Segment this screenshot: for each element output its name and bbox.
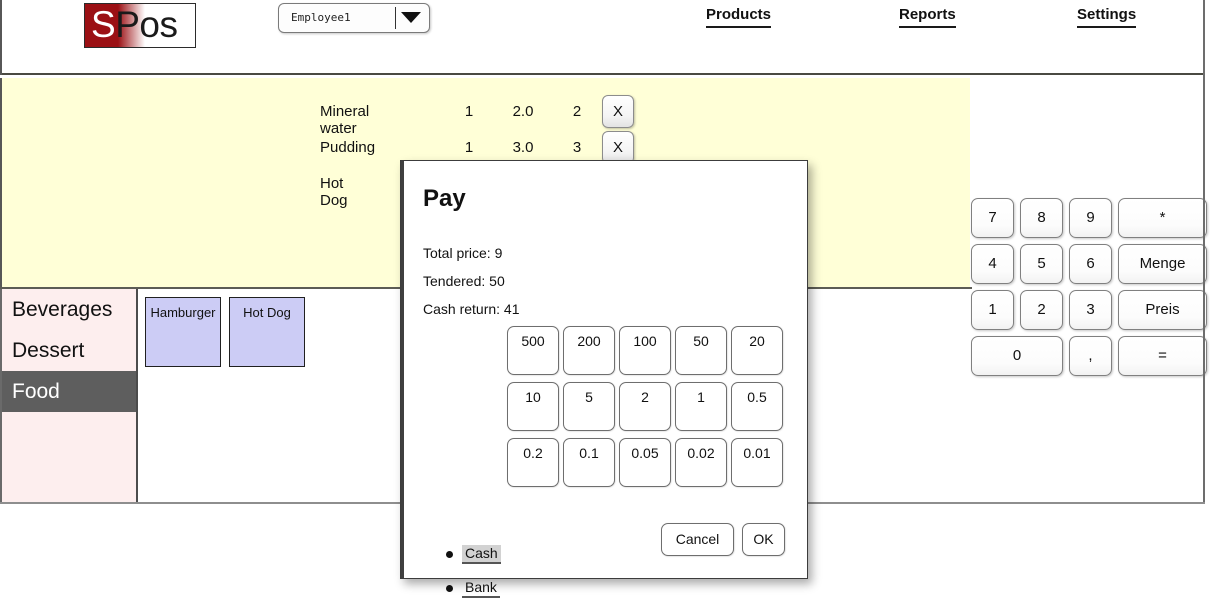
denomination-0-01[interactable]: 0.01 bbox=[731, 438, 783, 487]
dialog-left-edge bbox=[401, 161, 404, 578]
category-sidebar-left-edge bbox=[0, 289, 2, 503]
bullet-icon bbox=[446, 585, 453, 592]
keypad-key-5[interactable]: 5 bbox=[1020, 244, 1063, 284]
logo-text: SPos bbox=[91, 4, 178, 47]
keypad-key-comma[interactable]: , bbox=[1069, 336, 1112, 376]
order-item-name: Hot Dog bbox=[320, 175, 348, 209]
order-item-price: 3.0 bbox=[512, 139, 534, 156]
employee-select-divider bbox=[395, 7, 396, 29]
dialog-total-price: Total price: 9 bbox=[423, 245, 503, 261]
category-item-dessert[interactable]: Dessert bbox=[2, 330, 136, 371]
keypad-key-6[interactable]: 6 bbox=[1069, 244, 1112, 284]
denomination-0-1[interactable]: 0.1 bbox=[563, 438, 615, 487]
keypad-key-2[interactable]: 2 bbox=[1020, 290, 1063, 330]
denomination-200[interactable]: 200 bbox=[563, 326, 615, 375]
order-item-qty: 1 bbox=[464, 139, 474, 156]
employee-select[interactable]: Employee1 bbox=[278, 3, 430, 33]
denomination-0-02[interactable]: 0.02 bbox=[675, 438, 727, 487]
product-tile-hamburger[interactable]: Hamburger bbox=[145, 297, 221, 367]
payment-option-bank-label: Bank bbox=[462, 579, 500, 598]
keypad-key-menge[interactable]: Menge bbox=[1118, 244, 1207, 284]
order-panel-left-edge bbox=[0, 78, 2, 289]
order-item-delete-button[interactable]: X bbox=[602, 95, 634, 128]
order-item-price: 2.0 bbox=[512, 103, 534, 120]
cancel-button[interactable]: Cancel bbox=[661, 523, 734, 556]
dialog-cash-return: Cash return: 41 bbox=[423, 301, 520, 317]
keypad-key-8[interactable]: 8 bbox=[1020, 198, 1063, 238]
keypad-key-0[interactable]: 0 bbox=[971, 336, 1063, 376]
numeric-keypad: 7 8 9 * 4 5 6 Menge 1 2 3 Preis 0 , = bbox=[971, 198, 1207, 381]
category-item-beverages[interactable]: Beverages bbox=[2, 289, 136, 330]
keypad-key-equals[interactable]: = bbox=[1118, 336, 1207, 376]
window-left-edge bbox=[0, 0, 2, 75]
denomination-0-2[interactable]: 0.2 bbox=[507, 438, 559, 487]
order-item-name: Mineral water bbox=[320, 103, 370, 137]
keypad-key-preis[interactable]: Preis bbox=[1118, 290, 1207, 330]
pos-application-window: SPos Employee1 Products Reports Settings… bbox=[0, 0, 1210, 612]
app-logo: SPos bbox=[84, 3, 196, 48]
denomination-100[interactable]: 100 bbox=[619, 326, 671, 375]
keypad-key-4[interactable]: 4 bbox=[971, 244, 1014, 284]
order-item-sum: 2 bbox=[572, 103, 582, 120]
chevron-down-icon[interactable] bbox=[401, 12, 421, 23]
denomination-10[interactable]: 10 bbox=[507, 382, 559, 431]
denomination-0-05[interactable]: 0.05 bbox=[619, 438, 671, 487]
keypad-key-asterisk[interactable]: * bbox=[1118, 198, 1207, 238]
denomination-5[interactable]: 5 bbox=[563, 382, 615, 431]
denomination-0-5[interactable]: 0.5 bbox=[731, 382, 783, 431]
category-item-food[interactable]: Food bbox=[2, 371, 136, 412]
pay-dialog: Pay Total price: 9 Tendered: 50 Cash ret… bbox=[400, 160, 808, 598]
denomination-2[interactable]: 2 bbox=[619, 382, 671, 431]
order-item-sum: 3 bbox=[572, 139, 582, 156]
denomination-1[interactable]: 1 bbox=[675, 382, 727, 431]
product-tile-hot-dog[interactable]: Hot Dog bbox=[229, 297, 305, 367]
dialog-tendered: Tendered: 50 bbox=[423, 273, 505, 289]
keypad-key-3[interactable]: 3 bbox=[1069, 290, 1112, 330]
nav-link-settings[interactable]: Settings bbox=[1077, 6, 1137, 28]
dialog-title: Pay bbox=[423, 185, 466, 212]
nav-link-products[interactable]: Products bbox=[706, 6, 772, 28]
nav-link-reports[interactable]: Reports bbox=[899, 6, 956, 28]
keypad-key-1[interactable]: 1 bbox=[971, 290, 1014, 330]
denomination-20[interactable]: 20 bbox=[731, 326, 783, 375]
keypad-key-9[interactable]: 9 bbox=[1069, 198, 1112, 238]
header-divider bbox=[0, 73, 1204, 75]
window-right-edge bbox=[1203, 0, 1205, 504]
order-item-name: Pudding bbox=[320, 139, 376, 156]
employee-select-value: Employee1 bbox=[291, 11, 351, 24]
app-header: SPos Employee1 Products Reports Settings bbox=[0, 0, 1210, 73]
bullet-icon bbox=[446, 551, 453, 558]
logo-letter-s: S bbox=[91, 4, 116, 45]
category-sidebar: Beverages Dessert Food bbox=[2, 289, 138, 502]
ok-button[interactable]: OK bbox=[742, 523, 785, 556]
denomination-500[interactable]: 500 bbox=[507, 326, 559, 375]
payment-option-cash-label: Cash bbox=[462, 545, 501, 564]
keypad-key-7[interactable]: 7 bbox=[971, 198, 1014, 238]
denomination-50[interactable]: 50 bbox=[675, 326, 727, 375]
order-item-qty: 1 bbox=[464, 103, 474, 120]
logo-letters-pos: Pos bbox=[115, 4, 178, 45]
